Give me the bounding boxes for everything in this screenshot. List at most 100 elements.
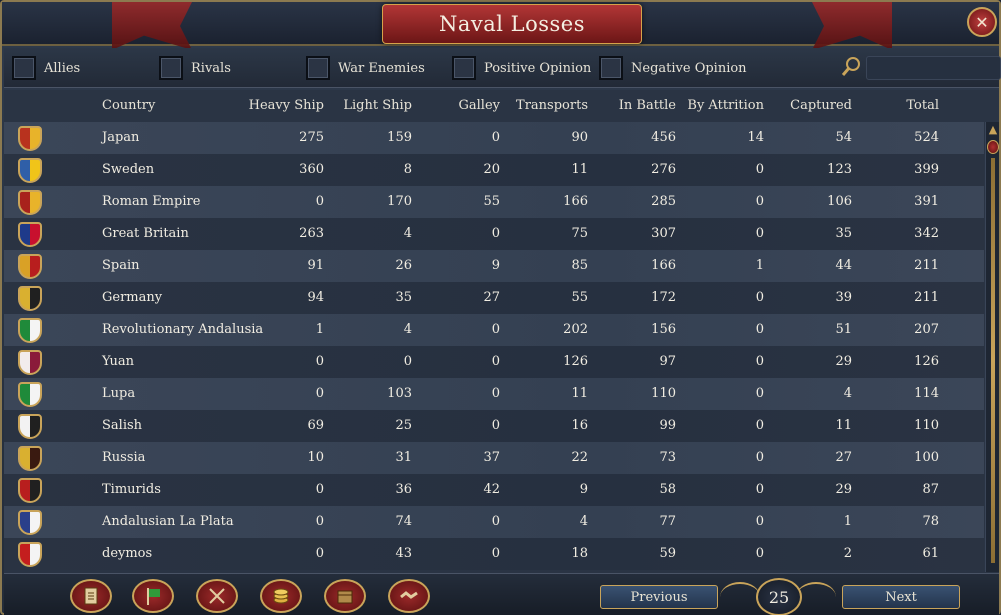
header-total[interactable]: Total xyxy=(852,90,939,122)
positive-opinion-checkbox[interactable] xyxy=(452,56,476,80)
cell-attrition: 0 xyxy=(755,450,764,465)
table-row[interactable]: Andalusian La Plata 0 74 0 4 77 0 1 78 xyxy=(4,506,984,538)
search-icon[interactable] xyxy=(840,56,862,78)
flag-icon xyxy=(147,588,160,605)
table-row[interactable]: Germany 94 35 27 55 172 0 39 211 xyxy=(4,282,984,314)
country-name[interactable]: Germany xyxy=(102,282,162,314)
table-row[interactable]: Yuan 0 0 0 126 97 0 29 126 xyxy=(4,346,984,378)
allies-checkbox[interactable] xyxy=(12,56,36,80)
crossed-swords-icon xyxy=(209,588,225,604)
trade-goods-icon xyxy=(337,590,353,604)
table-row[interactable]: Timurids 0 36 42 9 58 0 29 87 xyxy=(4,474,984,506)
military-tab-button[interactable] xyxy=(196,579,238,613)
country-name[interactable]: Roman Empire xyxy=(102,186,200,218)
country-flag-icon[interactable] xyxy=(18,414,42,439)
scroll-track[interactable] xyxy=(991,158,995,563)
cell-total: 211 xyxy=(914,258,939,273)
scrollbar[interactable]: ▲ xyxy=(985,122,999,572)
next-button[interactable]: Next xyxy=(842,585,960,609)
scroll-up-arrow-icon[interactable]: ▲ xyxy=(987,124,999,136)
table-row[interactable]: Japan 275 159 0 90 456 14 54 524 xyxy=(4,122,984,154)
cell-captured: 35 xyxy=(835,226,852,241)
table-row[interactable]: Salish 69 25 0 16 99 0 11 110 xyxy=(4,410,984,442)
cell-heavy: 0 xyxy=(315,482,324,497)
header-captured[interactable]: Captured xyxy=(764,90,852,122)
table-row[interactable]: Spain 91 26 9 85 166 1 44 211 xyxy=(4,250,984,282)
cell-in-battle: 97 xyxy=(659,354,676,369)
cell-heavy: 10 xyxy=(307,450,324,465)
cell-transports: 55 xyxy=(571,290,588,305)
country-flag-icon[interactable] xyxy=(18,350,42,375)
country-flag-icon[interactable] xyxy=(18,286,42,311)
table-row[interactable]: Revolutionary Andalusia 1 4 0 202 156 0 51 207 xyxy=(4,314,984,346)
country-flag-icon[interactable] xyxy=(18,382,42,407)
header-transports[interactable]: Transports xyxy=(500,90,588,122)
cell-heavy: 0 xyxy=(315,514,324,529)
cell-heavy: 69 xyxy=(307,418,324,433)
country-flag-icon[interactable] xyxy=(18,254,42,279)
cell-captured: 123 xyxy=(827,162,852,177)
country-flag-icon[interactable] xyxy=(18,222,42,247)
close-button[interactable]: ✕ xyxy=(967,7,997,37)
cell-heavy: 0 xyxy=(315,354,324,369)
country-flag-icon[interactable] xyxy=(18,478,42,503)
table-row[interactable]: Sweden 360 8 20 11 276 0 123 399 xyxy=(4,154,984,186)
scroll-thumb[interactable] xyxy=(987,140,999,154)
country-name[interactable]: Timurids xyxy=(102,474,161,506)
cell-captured: 39 xyxy=(835,290,852,305)
cell-captured: 29 xyxy=(835,354,852,369)
negative-opinion-checkbox[interactable] xyxy=(599,56,623,80)
country-name[interactable]: Yuan xyxy=(102,346,134,378)
filter-allies[interactable]: Allies xyxy=(12,56,80,80)
table-row[interactable]: Roman Empire 0 170 55 166 285 0 106 391 xyxy=(4,186,984,218)
table-row[interactable]: deymos 0 43 0 18 59 0 2 61 xyxy=(4,538,984,570)
economy-tab-button[interactable] xyxy=(260,579,302,613)
cell-heavy: 360 xyxy=(299,162,324,177)
header-country[interactable]: Country xyxy=(102,90,155,122)
cell-total: 114 xyxy=(914,386,939,401)
country-name[interactable]: Salish xyxy=(102,410,142,442)
negative-opinion-label: Negative Opinion xyxy=(631,60,747,76)
previous-button[interactable]: Previous xyxy=(600,585,718,609)
war-enemies-checkbox[interactable] xyxy=(306,56,330,80)
country-flag-icon[interactable] xyxy=(18,446,42,471)
flag-tab-button[interactable] xyxy=(132,579,174,613)
country-flag-icon[interactable] xyxy=(18,158,42,183)
table-row[interactable]: Lupa 0 103 0 11 110 0 4 114 xyxy=(4,378,984,410)
country-name[interactable]: Andalusian La Plata xyxy=(102,506,234,538)
filter-positive-opinion[interactable]: Positive Opinion xyxy=(452,56,591,80)
page-ornament-right xyxy=(796,582,836,612)
header-galley[interactable]: Galley xyxy=(412,90,501,122)
header-heavy-ship[interactable]: Heavy Ship xyxy=(234,90,324,122)
table-row[interactable]: Great Britain 263 4 0 75 307 0 35 342 xyxy=(4,218,984,250)
rivals-checkbox[interactable] xyxy=(159,56,183,80)
country-flag-icon[interactable] xyxy=(18,126,42,151)
filter-war-enemies[interactable]: War Enemies xyxy=(306,56,425,80)
country-name[interactable]: Spain xyxy=(102,250,140,282)
country-flag-icon[interactable] xyxy=(18,510,42,535)
country-flag-icon[interactable] xyxy=(18,190,42,215)
country-name[interactable]: Russia xyxy=(102,442,145,474)
cell-total: 126 xyxy=(914,354,939,369)
page-number: 25 xyxy=(756,578,802,615)
header-light-ship[interactable]: Light Ship xyxy=(324,90,412,122)
country-flag-icon[interactable] xyxy=(18,542,42,567)
trade-tab-button[interactable] xyxy=(324,579,366,613)
header-by-attrition[interactable]: By Attrition xyxy=(676,90,764,122)
filter-rivals[interactable]: Rivals xyxy=(159,56,231,80)
country-flag-icon[interactable] xyxy=(18,318,42,343)
cell-heavy: 1 xyxy=(315,322,324,337)
search-input[interactable] xyxy=(866,56,1001,80)
country-name[interactable]: Great Britain xyxy=(102,218,189,250)
country-name[interactable]: deymos xyxy=(102,538,152,570)
diplomacy-tab-button[interactable] xyxy=(388,579,430,613)
ledger-tab-button[interactable] xyxy=(70,579,112,613)
country-name[interactable]: Sweden xyxy=(102,154,154,186)
cell-transports: 16 xyxy=(571,418,588,433)
country-name[interactable]: Lupa xyxy=(102,378,135,410)
filter-negative-opinion[interactable]: Negative Opinion xyxy=(599,56,747,80)
cell-light: 170 xyxy=(387,194,412,209)
header-in-battle[interactable]: In Battle xyxy=(588,90,676,122)
country-name[interactable]: Japan xyxy=(102,122,139,154)
table-row[interactable]: Russia 10 31 37 22 73 0 27 100 xyxy=(4,442,984,474)
